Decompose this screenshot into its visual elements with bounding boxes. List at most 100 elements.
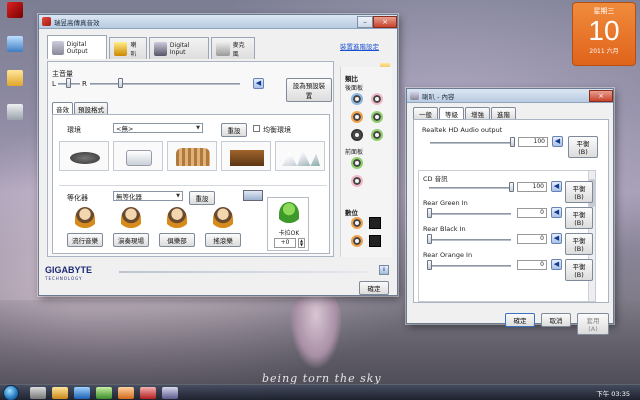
jack-green-2[interactable] bbox=[371, 129, 383, 141]
environment-select[interactable]: <無> ▼ bbox=[113, 123, 203, 133]
preset-live[interactable]: 演奏現場 bbox=[113, 205, 149, 251]
equalize-environment-label: 均衡環境 bbox=[263, 126, 291, 134]
speakers-properties-window: 喇叭 - 內容 × 一般 等級 增強 進階 Realtek HD Audio o… bbox=[406, 88, 614, 335]
optical-input-jack[interactable] bbox=[369, 235, 381, 247]
guitarist-icon bbox=[121, 207, 141, 231]
gigabyte-tagline: TECHNOLOGY bbox=[45, 276, 83, 281]
tab-label: Digital Input bbox=[169, 41, 190, 56]
close-button[interactable]: × bbox=[589, 89, 613, 102]
preset-pop-button[interactable]: 流行音樂 bbox=[67, 233, 103, 247]
advanced-settings-link[interactable]: 裝置進階設定 bbox=[340, 41, 379, 51]
channel-mute-speaker-icon[interactable]: ◀ bbox=[551, 259, 562, 270]
main-panel: 主音量 L R ◀ 設為預設裝置 音效 預設格式 環境 <無> ▼ 重設 均衡環境 bbox=[47, 61, 334, 257]
channel-level-input[interactable]: 0 bbox=[517, 234, 547, 244]
ok-button[interactable]: 確定 bbox=[359, 281, 389, 295]
taskbar-app-realtek[interactable] bbox=[140, 387, 156, 399]
front-jack-pink[interactable] bbox=[351, 175, 363, 187]
channel-level-input[interactable]: 100 bbox=[518, 137, 548, 147]
channel-level-input[interactable]: 0 bbox=[517, 260, 547, 270]
karaoke-label: 卡拉OK bbox=[278, 230, 300, 237]
mute-speaker-icon[interactable]: ◀ bbox=[253, 78, 264, 89]
desktop-icon-app[interactable] bbox=[2, 2, 28, 20]
environment-bathroom-thumb[interactable] bbox=[113, 141, 163, 171]
channel-balance-button[interactable]: 平衡(B) bbox=[565, 181, 593, 203]
channel-slider-thumb[interactable] bbox=[509, 182, 514, 192]
channel-mute-speaker-icon[interactable]: ◀ bbox=[551, 233, 562, 244]
preset-club-button[interactable]: 俱樂部 bbox=[159, 233, 195, 247]
preset-pop[interactable]: 流行音樂 bbox=[67, 205, 103, 251]
tab-digital-input[interactable]: Digital Input bbox=[149, 37, 209, 59]
channel-level-input[interactable]: 0 bbox=[517, 208, 547, 218]
apply-button[interactable]: 套用(A) bbox=[577, 313, 609, 335]
environment-stone-thumb[interactable] bbox=[59, 141, 109, 171]
volume-slider-thumb[interactable] bbox=[118, 78, 123, 88]
balance-slider-thumb[interactable] bbox=[66, 78, 71, 88]
sound-effects-panel: 環境 <無> ▼ 重設 均衡環境 等化器 無等化器 ▼ 重設 流行音樂 演奏現場… bbox=[52, 114, 330, 254]
desktop-icon-computer[interactable] bbox=[2, 36, 28, 54]
jack-pink[interactable] bbox=[371, 93, 383, 105]
preset-club[interactable]: 俱樂部 bbox=[159, 205, 195, 251]
taskbar-app-folder[interactable] bbox=[52, 387, 68, 399]
channel-slider-thumb[interactable] bbox=[427, 260, 432, 270]
equalize-environment-checkbox[interactable] bbox=[253, 125, 260, 132]
realtek-icon bbox=[42, 17, 51, 26]
coax-output-jack[interactable] bbox=[351, 217, 363, 229]
speaker-window-icon bbox=[410, 91, 419, 100]
ok-button[interactable]: 確定 bbox=[505, 313, 535, 327]
cancel-button[interactable]: 取消 bbox=[541, 313, 571, 327]
titlebar[interactable]: 瑞昱高傳真音效 – × bbox=[39, 15, 397, 29]
preset-live-button[interactable]: 演奏現場 bbox=[113, 233, 149, 247]
tab-label: 麥克風 bbox=[232, 41, 245, 58]
tab-microphone[interactable]: 麥克風 bbox=[211, 37, 255, 59]
channel-balance-button[interactable]: 平衡(B) bbox=[565, 259, 593, 281]
channel-balance-button[interactable]: 平衡(B) bbox=[565, 207, 593, 229]
karaoke-stepper[interactable]: ▲ ▼ bbox=[298, 238, 305, 248]
channel-mute-speaker-icon[interactable]: ◀ bbox=[551, 181, 562, 192]
close-button[interactable]: × bbox=[373, 15, 397, 28]
jack-orange[interactable] bbox=[351, 111, 363, 123]
app-icon bbox=[7, 2, 23, 18]
channel-balance-button[interactable]: 平衡(B) bbox=[568, 136, 598, 158]
equalizer-reset-button[interactable]: 重設 bbox=[189, 191, 215, 205]
channel-balance-button[interactable]: 平衡(B) bbox=[565, 233, 593, 255]
tab-speakers[interactable]: 喇叭 bbox=[109, 37, 147, 59]
karaoke-value[interactable]: +0 bbox=[274, 238, 296, 248]
taskbar-app-ie[interactable] bbox=[74, 387, 90, 399]
jack-black[interactable] bbox=[351, 129, 363, 141]
taskbar-clock[interactable]: 下午 03:35 bbox=[596, 388, 630, 398]
channel-mute-speaker-icon[interactable]: ◀ bbox=[552, 136, 563, 147]
taskbar-app-speakers[interactable] bbox=[162, 387, 178, 399]
drive-icon bbox=[7, 104, 23, 120]
set-default-device-button[interactable]: 設為預設裝置 bbox=[286, 78, 332, 102]
channel-mute-speaker-icon[interactable]: ◀ bbox=[551, 207, 562, 218]
digital-input-icon bbox=[154, 41, 167, 56]
desktop-icon-folder[interactable] bbox=[2, 70, 28, 88]
info-icon[interactable]: i bbox=[379, 265, 389, 275]
calendar-gadget[interactable]: 星期三 10 2011 六月 bbox=[572, 2, 636, 66]
optical-output-jack[interactable] bbox=[369, 217, 381, 229]
graphic-eq-icon[interactable] bbox=[243, 190, 263, 201]
tab-digital-output[interactable]: Digital Output bbox=[47, 35, 107, 59]
front-jack-green[interactable] bbox=[351, 157, 363, 169]
coax-input-jack[interactable] bbox=[351, 235, 363, 247]
environment-room-thumb[interactable] bbox=[221, 141, 271, 171]
start-button[interactable] bbox=[3, 385, 19, 400]
titlebar[interactable]: 喇叭 - 內容 × bbox=[407, 89, 613, 103]
environment-reset-button[interactable]: 重設 bbox=[221, 123, 247, 137]
environment-opera-thumb[interactable] bbox=[275, 141, 325, 171]
jack-blue[interactable] bbox=[351, 93, 363, 105]
equalizer-select[interactable]: 無等化器 ▼ bbox=[113, 191, 183, 201]
taskbar-app-messenger[interactable] bbox=[118, 387, 134, 399]
channel-slider-thumb[interactable] bbox=[427, 208, 432, 218]
taskbar-app-media[interactable] bbox=[96, 387, 112, 399]
channel-level-input[interactable]: 100 bbox=[517, 182, 547, 192]
preset-rock-button[interactable]: 搖滾樂 bbox=[205, 233, 241, 247]
preset-rock[interactable]: 搖滾樂 bbox=[205, 205, 241, 251]
channel-slider-thumb[interactable] bbox=[427, 234, 432, 244]
jack-green[interactable] bbox=[371, 111, 383, 123]
minimize-button[interactable]: – bbox=[357, 15, 373, 28]
desktop-icon-drive[interactable] bbox=[2, 104, 28, 122]
taskbar-app-explorer[interactable] bbox=[30, 387, 46, 399]
channel-slider-thumb[interactable] bbox=[510, 137, 515, 147]
environment-colosseum-thumb[interactable] bbox=[167, 141, 217, 171]
